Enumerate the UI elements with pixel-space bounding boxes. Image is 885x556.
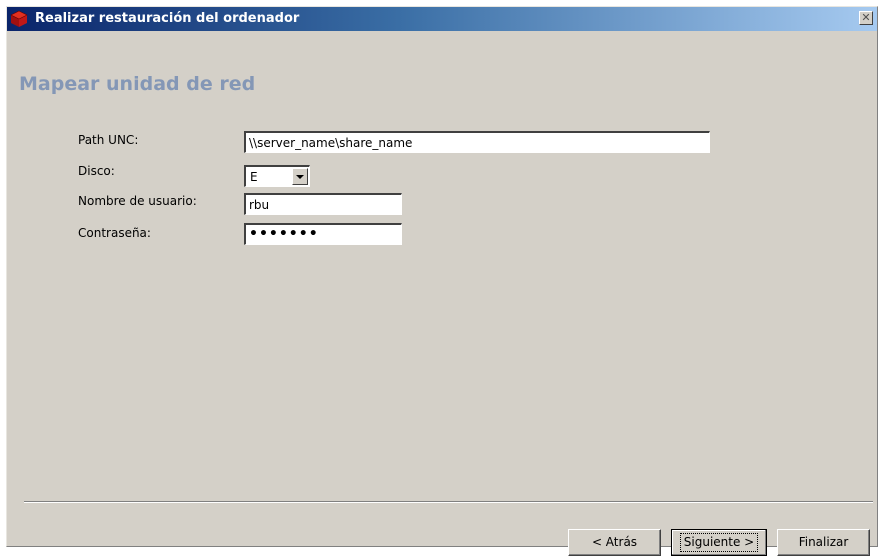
disk-select-value: E: [250, 170, 258, 184]
disk-label: Disco:: [78, 164, 115, 178]
username-input[interactable]: rbu: [244, 193, 402, 215]
dialog-window: Realizar restauración del ordenador ✕ Ma…: [6, 6, 878, 556]
chevron-down-icon[interactable]: [292, 168, 308, 185]
password-input[interactable]: •••••••: [244, 223, 402, 245]
app-cube-icon: [10, 10, 28, 27]
next-button[interactable]: Siguiente >: [671, 529, 767, 556]
path-unc-input[interactable]: \\server_name\share_name: [244, 131, 710, 153]
path-unc-label: Path UNC:: [78, 133, 139, 147]
title-bar[interactable]: Realizar restauración del ordenador ✕: [7, 7, 877, 31]
close-icon[interactable]: ✕: [859, 11, 873, 25]
username-label: Nombre de usuario:: [78, 194, 197, 208]
back-button[interactable]: < Atrás: [568, 529, 661, 556]
footer-separator: [24, 501, 873, 503]
password-label: Contraseña:: [78, 226, 151, 240]
finish-button[interactable]: Finalizar: [777, 529, 870, 556]
window-title: Realizar restauración del ordenador: [35, 11, 300, 26]
disk-select[interactable]: E: [244, 165, 310, 187]
next-button-label: Siguiente >: [679, 533, 759, 552]
page-title: Mapear unidad de red: [19, 73, 256, 95]
